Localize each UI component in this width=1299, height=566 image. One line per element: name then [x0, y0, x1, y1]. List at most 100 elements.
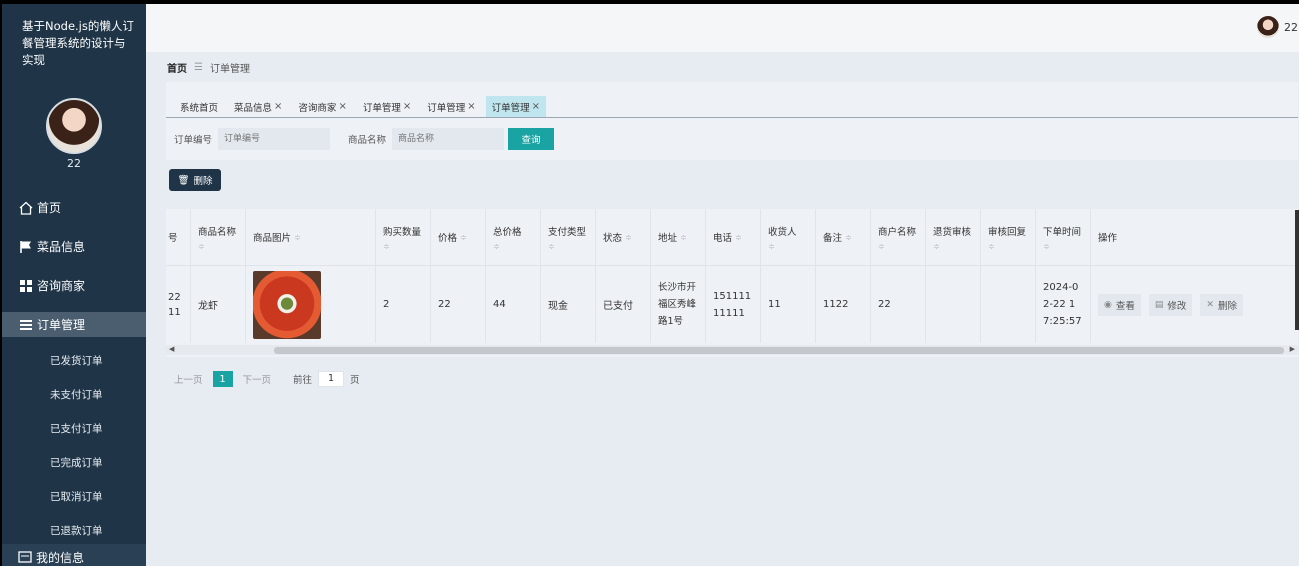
cell-receiver: 11: [761, 266, 816, 343]
submenu-cancelled[interactable]: 已取消订单: [2, 479, 146, 513]
prev-page-button[interactable]: 上一页: [172, 371, 205, 387]
close-icon[interactable]: ×: [274, 101, 282, 112]
sidebar-item-dishes[interactable]: 菜品信息: [2, 227, 146, 266]
goto-label: 前往: [293, 375, 313, 386]
sidebar-item-label: 我的信息: [36, 550, 85, 565]
tab-dishes[interactable]: 菜品信息 ×: [228, 96, 288, 117]
tab-consult[interactable]: 咨询商家 ×: [292, 96, 352, 117]
sidebar: 基于Node.js的懒人订餐管理系统的设计与实现 22 首页 菜品信息 咨询商家: [2, 4, 146, 566]
tab-orders-2[interactable]: 订单管理 ×: [421, 96, 481, 117]
sidebar-item-consult[interactable]: 咨询商家: [2, 266, 146, 305]
th-order-no[interactable]: 号: [166, 209, 191, 265]
th-price[interactable]: 价格 ≑: [431, 209, 486, 265]
th-address[interactable]: 地址 ≑: [651, 209, 706, 265]
submenu-unpaid[interactable]: 未支付订单: [2, 377, 146, 411]
close-icon[interactable]: ×: [338, 101, 346, 112]
order-no-input[interactable]: [218, 128, 331, 150]
delete-button[interactable]: 🗑 删除: [169, 169, 221, 191]
th-quantity[interactable]: 购买数量 ≑: [376, 209, 431, 265]
sort-icon[interactable]: ≑: [548, 242, 586, 251]
pagination: 上一页 1 下一页 前往 1 页: [172, 371, 360, 387]
th-merchant[interactable]: 商户名称 ≑: [871, 209, 926, 265]
sidebar-item-orders[interactable]: 订单管理: [2, 312, 146, 337]
cell-total: 44: [486, 266, 541, 343]
page-number[interactable]: 1: [212, 371, 233, 387]
submenu-refunded[interactable]: 已退款订单: [2, 513, 146, 547]
sort-icon[interactable]: ≑: [493, 242, 522, 251]
th-review-reply[interactable]: 审核回复 ≑: [981, 209, 1036, 265]
product-name-label: 商品名称: [348, 135, 387, 146]
tab-orders-1[interactable]: 订单管理 ×: [357, 96, 417, 117]
sort-icon[interactable]: ≑: [294, 233, 301, 242]
tab-orders-3[interactable]: 订单管理 ×: [485, 96, 547, 117]
query-button[interactable]: 查询: [508, 128, 555, 150]
app-title: 基于Node.js的懒人订餐管理系统的设计与实现: [22, 19, 134, 67]
row-delete-button[interactable]: ✕ 删除: [1200, 293, 1243, 316]
cell-merchant: 22: [871, 266, 926, 343]
goto-page-input[interactable]: 1: [318, 371, 345, 387]
tab-label: 订单管理: [362, 102, 401, 114]
avatar[interactable]: [46, 98, 102, 154]
close-icon[interactable]: ×: [403, 101, 411, 112]
th-total[interactable]: 总价格 ≑: [486, 209, 541, 265]
th-remark[interactable]: 备注 ≑: [816, 209, 871, 265]
sort-icon[interactable]: ≑: [383, 242, 421, 251]
tab-home[interactable]: 系统首页: [174, 96, 224, 117]
close-icon[interactable]: ×: [532, 101, 540, 112]
tab-label: 订单管理: [491, 102, 530, 114]
sort-icon[interactable]: ≑: [933, 242, 971, 251]
orders-submenu: 已发货订单 未支付订单 已支付订单 已完成订单 已取消订单 已退款订单: [2, 343, 146, 547]
submenu-paid[interactable]: 已支付订单: [2, 411, 146, 445]
sort-icon[interactable]: ≑: [845, 233, 852, 242]
next-page-button[interactable]: 下一页: [240, 371, 274, 387]
window-edge: [1295, 210, 1299, 330]
sort-icon[interactable]: ≑: [878, 242, 916, 251]
product-name-input[interactable]: [392, 128, 505, 150]
sidebar-item-label: 菜品信息: [37, 240, 86, 254]
th-receiver[interactable]: 收货人 ≑: [761, 209, 816, 265]
th-phone[interactable]: 电话 ≑: [706, 209, 761, 265]
submenu-completed[interactable]: 已完成订单: [2, 445, 146, 479]
th-refund-review[interactable]: 退货审核 ≑: [926, 209, 981, 265]
scrollbar-thumb[interactable]: [274, 347, 1284, 354]
sort-icon[interactable]: ≑: [198, 242, 236, 251]
sort-icon[interactable]: ≑: [680, 233, 687, 242]
th-pay-type[interactable]: 支付类型 ≑: [541, 209, 596, 265]
header-avatar[interactable]: [1257, 16, 1279, 38]
list-icon: [18, 317, 33, 332]
sort-icon[interactable]: ≑: [735, 233, 742, 242]
submenu-shipped[interactable]: 已发货订单: [2, 343, 146, 377]
breadcrumb-home[interactable]: 首页: [167, 60, 187, 75]
breadcrumb-separator-icon: ☰: [194, 62, 203, 73]
edit-button[interactable]: ▤ 修改: [1148, 293, 1193, 316]
sort-icon[interactable]: ≑: [988, 242, 1026, 251]
sort-icon[interactable]: ≑: [625, 233, 632, 242]
th-order-time[interactable]: 下单时间 ≑: [1036, 209, 1091, 265]
page-suffix-label: 页: [350, 375, 360, 386]
table-row: 22 11 龙虾 2 22 44 现金 已支付 长沙市开福区秀峰路1号 1511…: [166, 266, 1298, 343]
horizontal-scrollbar[interactable]: ◀ ▶: [166, 345, 1298, 355]
cell-remark: 1122: [816, 266, 871, 343]
sidebar-menu: 首页 菜品信息 咨询商家 订单管理 已发货订单 未支付订单 已支付订单 已完成订…: [2, 188, 146, 547]
header-username[interactable]: 22: [1284, 21, 1298, 34]
cell-product-name: 龙虾: [191, 266, 246, 343]
cell-price: 22: [431, 266, 486, 343]
cell-status: 已支付: [596, 266, 651, 343]
sidebar-item-profile[interactable]: 我的信息: [2, 544, 146, 566]
th-status[interactable]: 状态 ≑: [596, 209, 651, 265]
th-product-image[interactable]: 商品图片 ≑: [246, 209, 376, 265]
view-button[interactable]: ◉ 查看: [1098, 293, 1141, 316]
cell-phone: 15111111111: [706, 266, 761, 343]
product-image[interactable]: [253, 270, 321, 339]
th-product-name[interactable]: 商品名称 ≑: [191, 209, 246, 265]
sort-icon[interactable]: ≑: [460, 233, 467, 242]
home-icon: [18, 200, 33, 215]
sort-icon[interactable]: ≑: [1043, 242, 1081, 251]
scroll-left-icon[interactable]: ◀: [169, 345, 174, 353]
sidebar-item-label: 订单管理: [37, 318, 86, 332]
cell-pay-type: 现金: [541, 266, 596, 343]
close-icon[interactable]: ×: [467, 101, 475, 112]
sort-icon[interactable]: ≑: [768, 242, 797, 251]
scroll-right-icon[interactable]: ▶: [1290, 345, 1295, 353]
sidebar-item-home[interactable]: 首页: [2, 188, 146, 227]
